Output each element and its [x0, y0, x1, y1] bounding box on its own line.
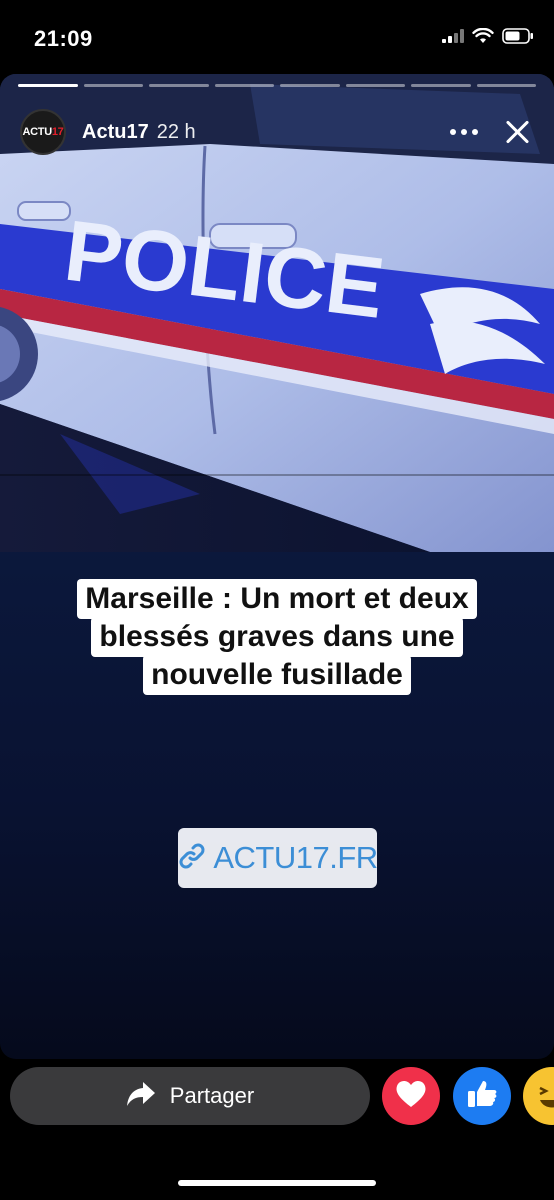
post-time: 22 h: [156, 120, 196, 143]
like-reaction-button[interactable]: [453, 1067, 511, 1125]
home-indicator[interactable]: [178, 1180, 376, 1186]
logo-part2: 17: [51, 126, 64, 138]
progress-segment: [476, 84, 536, 87]
avatar[interactable]: ACTU17: [20, 109, 66, 155]
logo-part1: ACTU: [22, 126, 53, 138]
headline-line: Marseille : Un mort et deux: [77, 579, 477, 619]
link-text: ACTU17.FR: [213, 840, 378, 875]
more-options-button[interactable]: [444, 112, 484, 152]
cellular-signal-icon: [442, 29, 464, 48]
headline: Marseille : Un mort et deux blessés grav…: [0, 579, 554, 695]
status-time: 21:09: [34, 26, 93, 51]
share-arrow-icon: [126, 1081, 156, 1112]
share-button[interactable]: Partager: [10, 1067, 370, 1125]
link-sticker[interactable]: ACTU17.FR: [177, 828, 378, 888]
wifi-icon: [472, 27, 494, 49]
progress-fill: [18, 84, 78, 87]
thumbs-up-icon: [466, 1079, 498, 1114]
status-icons: [442, 27, 534, 49]
story-progress: [18, 84, 536, 87]
story-header: ACTU17 Actu17 22 h: [20, 109, 534, 155]
laughing-face-icon: [532, 1074, 554, 1119]
headline-line: nouvelle fusillade: [143, 655, 411, 695]
more-icon: [450, 129, 478, 135]
status-bar: 21:09: [0, 0, 554, 74]
progress-segment: [280, 84, 340, 87]
close-button[interactable]: [502, 116, 534, 148]
actu17-logo: ACTU17: [23, 126, 64, 138]
love-reaction-button[interactable]: [382, 1067, 440, 1125]
progress-segment: [83, 84, 143, 87]
heart-icon: [395, 1080, 427, 1113]
progress-segment: [214, 84, 274, 87]
link-icon: [177, 841, 207, 876]
progress-segment: [149, 84, 209, 87]
battery-icon: [502, 28, 534, 49]
haha-reaction-button[interactable]: [523, 1067, 554, 1125]
progress-segment: [345, 84, 405, 87]
progress-segment: [411, 84, 471, 87]
share-label: Partager: [169, 1083, 255, 1108]
progress-segment: [18, 84, 78, 87]
headline-line: blessés graves dans une: [91, 617, 463, 657]
story-viewer[interactable]: POLICE ACTU17 Actu17 22 h Marseille: Un…: [0, 74, 554, 1059]
author-name[interactable]: Actu17: [82, 121, 149, 144]
